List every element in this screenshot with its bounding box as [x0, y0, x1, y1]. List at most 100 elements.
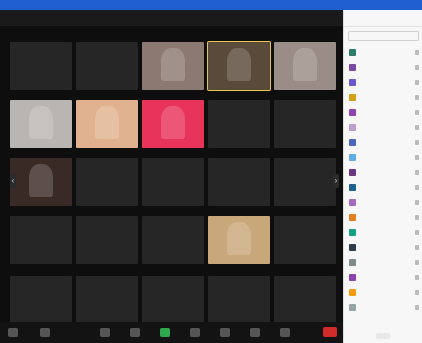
participant-row[interactable] [349, 48, 419, 57]
participants-search-input[interactable] [348, 31, 419, 41]
participant-row[interactable] [349, 243, 419, 252]
participant-row[interactable] [349, 93, 419, 102]
video-tile[interactable] [142, 158, 204, 206]
video-tile[interactable] [274, 276, 336, 324]
avatar [349, 64, 356, 71]
participant-video [28, 105, 54, 140]
mic-icon [415, 275, 419, 280]
video-tile[interactable] [208, 100, 270, 148]
video-button[interactable] [40, 328, 50, 337]
more-options-button[interactable] [376, 333, 390, 339]
avatar [349, 229, 356, 236]
more-button[interactable] [280, 328, 290, 337]
mic-icon [415, 215, 419, 220]
record-button[interactable] [220, 328, 230, 337]
avatar [349, 214, 356, 221]
security-button[interactable] [100, 328, 110, 337]
video-tile[interactable] [142, 100, 204, 148]
video-tile[interactable] [208, 158, 270, 206]
avatar [349, 49, 356, 56]
participant-row[interactable] [349, 228, 419, 237]
mic-icon [415, 245, 419, 250]
video-tile[interactable] [10, 276, 72, 324]
mic-icon [415, 170, 419, 175]
prev-page-arrow[interactable]: ‹ [10, 174, 16, 188]
chat-button[interactable] [190, 328, 200, 337]
participant-row[interactable] [349, 123, 419, 132]
participant-row[interactable] [349, 273, 419, 282]
video-gallery [10, 30, 340, 324]
avatar [349, 124, 356, 131]
participant-row[interactable] [349, 153, 419, 162]
video-tile[interactable] [274, 42, 336, 90]
avatar [349, 184, 356, 191]
avatar [349, 274, 356, 281]
participant-video [94, 105, 120, 140]
video-tile[interactable] [76, 158, 138, 206]
video-tile[interactable] [76, 276, 138, 324]
video-tile[interactable] [142, 276, 204, 324]
participant-video [226, 221, 252, 256]
video-tile[interactable] [76, 100, 138, 148]
video-tile[interactable] [274, 100, 336, 148]
participant-row[interactable] [349, 138, 419, 147]
avatar [349, 259, 356, 266]
participant-video [28, 163, 54, 198]
mic-icon [415, 95, 419, 100]
mic-icon [415, 305, 419, 310]
meeting-toolbar [0, 322, 343, 343]
participant-row[interactable] [349, 213, 419, 222]
end-meeting-button[interactable] [323, 327, 337, 337]
participant-row[interactable] [349, 63, 419, 72]
video-tile[interactable] [76, 216, 138, 264]
mic-icon [415, 140, 419, 145]
avatar [349, 289, 356, 296]
video-tile[interactable] [208, 276, 270, 324]
video-tile[interactable] [142, 216, 204, 264]
avatar [349, 139, 356, 146]
title-bar [0, 0, 422, 10]
participant-row[interactable] [349, 198, 419, 207]
video-tile[interactable] [10, 158, 72, 206]
avatar [349, 199, 356, 206]
avatar [349, 244, 356, 251]
participant-row[interactable] [349, 288, 419, 297]
mic-icon [415, 230, 419, 235]
mic-icon [415, 50, 419, 55]
mic-icon [415, 80, 419, 85]
participant-video [160, 47, 186, 82]
video-tile[interactable] [207, 41, 271, 91]
video-tile[interactable] [274, 158, 336, 206]
participants-title [344, 10, 422, 27]
video-tile[interactable] [76, 42, 138, 90]
window-header [0, 10, 343, 26]
video-tile[interactable] [274, 216, 336, 264]
participant-row[interactable] [349, 78, 419, 87]
avatar [349, 304, 356, 311]
participants-button[interactable] [130, 328, 140, 337]
avatar [349, 94, 356, 101]
participant-row[interactable] [349, 168, 419, 177]
video-tile[interactable] [142, 42, 204, 90]
video-tile[interactable] [10, 216, 72, 264]
mic-icon [415, 65, 419, 70]
participant-row[interactable] [349, 108, 419, 117]
next-page-arrow[interactable]: › [333, 174, 339, 188]
share-screen-button[interactable] [160, 328, 170, 337]
mic-icon [415, 110, 419, 115]
video-tile[interactable] [208, 216, 270, 264]
mic-icon [415, 185, 419, 190]
mic-icon [415, 260, 419, 265]
participant-row[interactable] [349, 183, 419, 192]
participant-row[interactable] [349, 258, 419, 267]
reactions-button[interactable] [250, 328, 260, 337]
avatar [349, 109, 356, 116]
participant-row[interactable] [349, 303, 419, 312]
video-tile[interactable] [10, 100, 72, 148]
mic-icon [415, 125, 419, 130]
avatar [349, 79, 356, 86]
video-tile[interactable] [10, 42, 72, 90]
avatar [349, 169, 356, 176]
participant-video [160, 105, 186, 140]
mute-button[interactable] [8, 328, 18, 337]
